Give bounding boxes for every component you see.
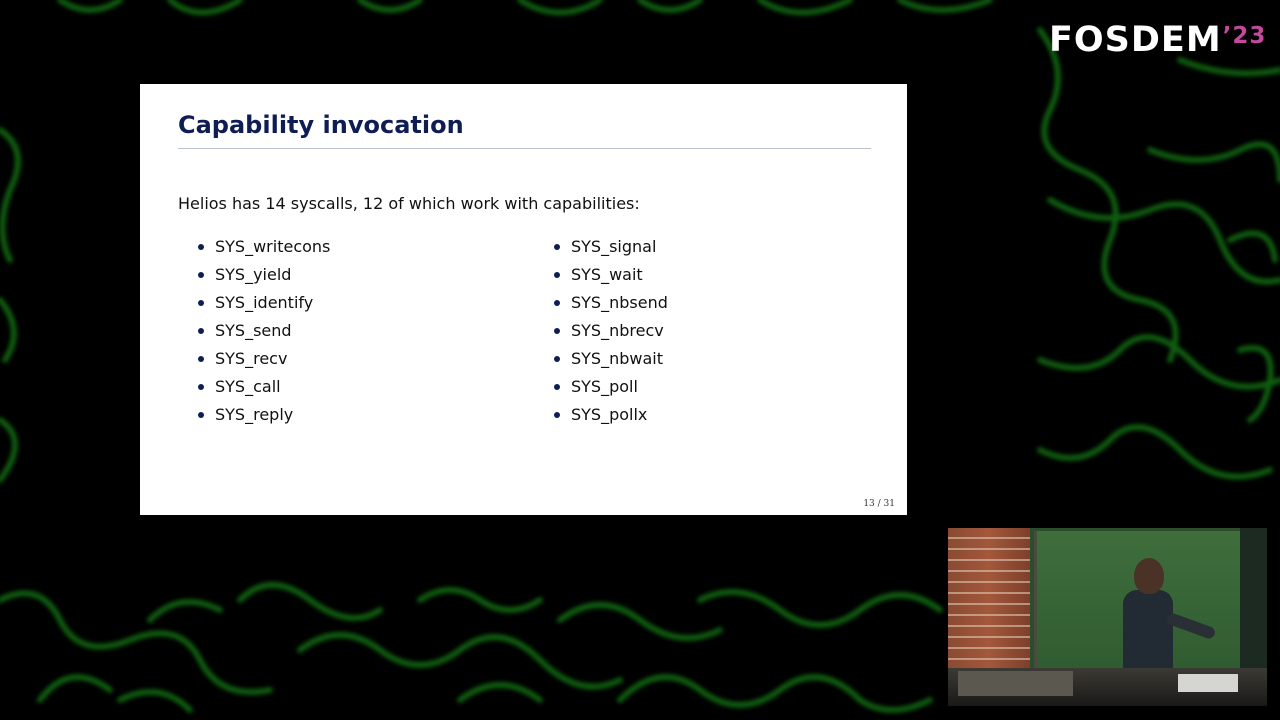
syscall-name: SYS_send xyxy=(215,321,292,340)
bullet-icon xyxy=(554,272,560,278)
bullet-icon xyxy=(198,328,204,334)
syscall-name: SYS_reply xyxy=(215,405,294,424)
syscall-name: SYS_writecons xyxy=(215,237,331,256)
list-item: SYS_nbwait xyxy=(551,348,668,376)
bullet-icon xyxy=(554,328,560,334)
syscall-name: SYS_nbwait xyxy=(571,349,663,368)
list-item: SYS_signal xyxy=(551,236,668,264)
syscall-list-left: SYS_writecons SYS_yield SYS_identify SYS… xyxy=(195,236,330,432)
bullet-icon xyxy=(198,244,204,250)
list-item: SYS_nbsend xyxy=(551,292,668,320)
syscall-name: SYS_call xyxy=(215,377,281,396)
syscall-name: SYS_yield xyxy=(215,265,292,284)
syscall-list-right: SYS_signal SYS_wait SYS_nbsend SYS_nbrec… xyxy=(551,236,668,432)
syscall-name: SYS_nbrecv xyxy=(571,321,664,340)
speaker-head xyxy=(1134,558,1164,594)
list-item: SYS_poll xyxy=(551,376,668,404)
bullet-icon xyxy=(554,412,560,418)
list-item: SYS_yield xyxy=(195,264,330,292)
list-item: SYS_reply xyxy=(195,404,330,432)
syscall-name: SYS_recv xyxy=(215,349,288,368)
fosdem-logo: FOSDEM’23 xyxy=(1049,20,1266,60)
bullet-icon xyxy=(198,412,204,418)
presentation-slide: Capability invocation Helios has 14 sysc… xyxy=(140,84,907,515)
slide-page-number: 13 / 31 xyxy=(863,499,895,509)
speaker-camera-feed xyxy=(948,528,1267,706)
bullet-icon xyxy=(198,272,204,278)
bullet-icon xyxy=(198,384,204,390)
list-item: SYS_pollx xyxy=(551,404,668,432)
syscall-name: SYS_signal xyxy=(571,237,657,256)
bullet-icon xyxy=(554,384,560,390)
syscall-name: SYS_poll xyxy=(571,377,638,396)
laptop xyxy=(1178,674,1238,692)
syscall-name: SYS_nbsend xyxy=(571,293,668,312)
list-item: SYS_wait xyxy=(551,264,668,292)
slide-title: Capability invocation xyxy=(178,111,464,139)
bullet-icon xyxy=(554,300,560,306)
list-item: SYS_writecons xyxy=(195,236,330,264)
syscall-name: SYS_wait xyxy=(571,265,643,284)
logo-text: FOSDEM xyxy=(1049,20,1222,60)
slide-intro-text: Helios has 14 syscalls, 12 of which work… xyxy=(178,194,640,213)
syscall-name: SYS_identify xyxy=(215,293,314,312)
bullet-icon xyxy=(198,300,204,306)
list-item: SYS_send xyxy=(195,320,330,348)
bullet-icon xyxy=(554,244,560,250)
list-item: SYS_nbrecv xyxy=(551,320,668,348)
list-item: SYS_recv xyxy=(195,348,330,376)
title-divider xyxy=(178,148,871,149)
logo-year: ’23 xyxy=(1222,23,1267,49)
av-equipment xyxy=(958,671,1073,696)
bullet-icon xyxy=(554,356,560,362)
bullet-icon xyxy=(198,356,204,362)
syscall-name: SYS_pollx xyxy=(571,405,648,424)
list-item: SYS_call xyxy=(195,376,330,404)
list-item: SYS_identify xyxy=(195,292,330,320)
